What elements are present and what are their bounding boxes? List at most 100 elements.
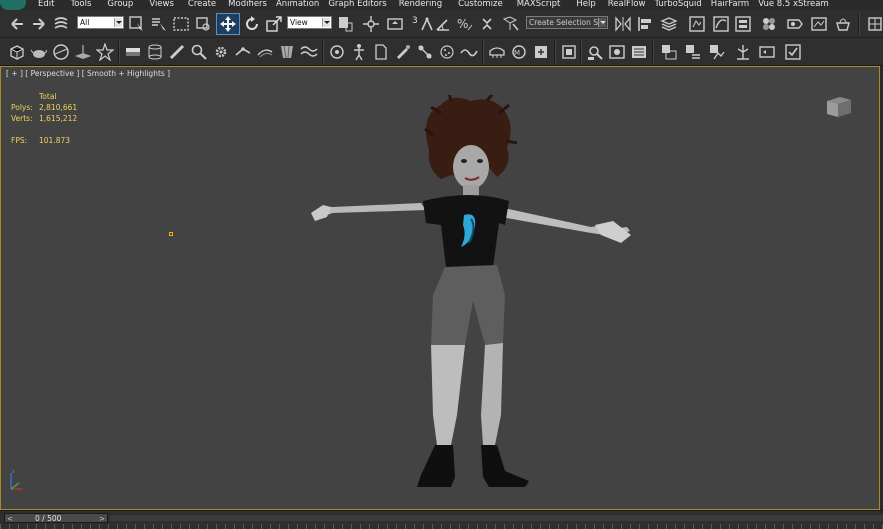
magnify-icon[interactable]: [190, 43, 208, 61]
menu-views[interactable]: Views: [149, 0, 174, 10]
menu-graph-editors[interactable]: Graph Editors: [328, 0, 386, 10]
hairfarm-settings-icon[interactable]: [630, 43, 648, 61]
viewcube-icon[interactable]: [823, 93, 853, 123]
link-icon[interactable]: [52, 15, 70, 33]
edit-named-selection-icon[interactable]: [502, 15, 520, 33]
rotate-icon[interactable]: [243, 15, 261, 33]
figure-icon[interactable]: [350, 43, 368, 61]
cylinder-icon[interactable]: [146, 43, 164, 61]
keyboard-shortcut-icon[interactable]: [386, 15, 404, 33]
menu-create[interactable]: Create: [188, 0, 216, 10]
realflow-mesh-icon[interactable]: M: [510, 43, 528, 61]
perspective-viewport[interactable]: [ + ] [ Perspective ] [ Smooth + Highlig…: [0, 66, 880, 510]
spinner-snap-icon[interactable]: [478, 15, 496, 33]
plugin-toolbar: M: [0, 38, 883, 66]
material-editor-icon[interactable]: [760, 15, 778, 33]
viewport-label-menu[interactable]: [ + ] [ Perspective ] [ Smooth + Highlig…: [6, 69, 170, 78]
star-shape-icon[interactable]: [96, 43, 114, 61]
vue-atmosphere-icon[interactable]: [684, 43, 702, 61]
menu-tools[interactable]: Tools: [70, 0, 91, 10]
character-model[interactable]: [301, 92, 641, 499]
stats-header: Total: [39, 92, 57, 101]
timeline-track[interactable]: [110, 515, 883, 521]
plane-icon[interactable]: [74, 43, 92, 61]
move-icon[interactable]: [219, 15, 237, 33]
bone-icon[interactable]: [234, 43, 252, 61]
vue-terrain-icon[interactable]: [708, 43, 726, 61]
hair-tool-icon[interactable]: [256, 43, 274, 61]
svg-text:M: M: [514, 49, 520, 57]
tube-icon[interactable]: [168, 43, 186, 61]
rendered-frame-window-icon[interactable]: [810, 15, 828, 33]
extra-tool-icon[interactable]: [866, 15, 883, 33]
select-manipulate-icon[interactable]: [362, 15, 380, 33]
dynamics-icon[interactable]: [416, 43, 434, 61]
gear-icon[interactable]: [212, 43, 230, 61]
angle-snap-icon[interactable]: [434, 15, 452, 33]
render-production-icon[interactable]: [834, 15, 852, 33]
curve-editor-icon[interactable]: [712, 15, 730, 33]
paint-icon[interactable]: [394, 43, 412, 61]
menu-turbosquid[interactable]: TurboSquid: [654, 0, 701, 10]
percent-snap-icon[interactable]: %: [456, 15, 474, 33]
selection-filter-dropdown[interactable]: All: [77, 16, 124, 29]
layer-manager-icon[interactable]: [660, 15, 678, 33]
pivot-center-icon[interactable]: [336, 15, 354, 33]
teapot-icon[interactable]: [30, 43, 48, 61]
vue-scene-icon[interactable]: [660, 43, 678, 61]
menu-vue-xstream[interactable]: Vue 8.5 xStream: [758, 0, 829, 10]
wave-icon[interactable]: [300, 43, 318, 61]
menu-animation[interactable]: Animation: [276, 0, 319, 10]
select-by-name-icon[interactable]: [150, 15, 168, 33]
named-selection-sets-dropdown[interactable]: Create Selection Se: [526, 16, 608, 29]
render-setup-icon[interactable]: [786, 15, 804, 33]
app-logo-button[interactable]: [0, 0, 26, 10]
graphite-tools-icon[interactable]: [688, 15, 706, 33]
menu-hairfarm[interactable]: HairFarm: [711, 0, 749, 10]
menu-edit[interactable]: Edit: [38, 0, 54, 10]
rect-selection-icon[interactable]: [172, 15, 190, 33]
sphere-icon[interactable]: [52, 43, 70, 61]
vue-ecosystem-icon[interactable]: [734, 43, 752, 61]
page-icon[interactable]: [372, 43, 390, 61]
menu-realflow[interactable]: RealFlow: [608, 0, 646, 10]
spline-icon[interactable]: [460, 43, 478, 61]
menu-customize[interactable]: Customize: [458, 0, 503, 10]
redo-icon[interactable]: [30, 15, 48, 33]
mirror-icon[interactable]: [614, 15, 632, 33]
vue-render-icon[interactable]: [758, 43, 776, 61]
next-frame-arrow[interactable]: >: [99, 515, 105, 523]
selection-point-marker[interactable]: [169, 232, 173, 236]
reference-coordinate-dropdown[interactable]: View: [287, 16, 332, 29]
grid-object-icon[interactable]: [124, 43, 142, 61]
hairfarm-search-icon[interactable]: [586, 43, 604, 61]
hairfarm-render-icon[interactable]: [608, 43, 626, 61]
window-crossing-icon[interactable]: [194, 15, 212, 33]
box-primitive-icon[interactable]: [8, 43, 26, 61]
verts-value: 1,615,212: [39, 114, 78, 123]
menu-maxscript[interactable]: MAXScript: [517, 0, 561, 10]
turbosquid-icon[interactable]: [560, 43, 578, 61]
realflow-export-icon[interactable]: [532, 43, 550, 61]
realflow-icon[interactable]: [488, 43, 506, 61]
fps-label: FPS:: [11, 136, 28, 145]
select-object-icon[interactable]: [128, 15, 146, 33]
biped-icon[interactable]: [328, 43, 346, 61]
time-slider[interactable]: < 0 / 500 >: [4, 513, 108, 523]
schematic-view-icon[interactable]: [734, 15, 752, 33]
snap-toggle-value[interactable]: 3: [412, 16, 418, 26]
menu-rendering[interactable]: Rendering: [399, 0, 442, 10]
align-icon[interactable]: [636, 15, 654, 33]
menu-help[interactable]: Help: [576, 0, 595, 10]
scale-icon[interactable]: [265, 15, 283, 33]
menu-group[interactable]: Group: [107, 0, 133, 10]
toolbar-separator: [322, 41, 324, 63]
undo-icon[interactable]: [8, 15, 26, 33]
vue-sync-icon[interactable]: [784, 43, 802, 61]
timeline-ruler[interactable]: [0, 524, 883, 529]
menu-modifiers[interactable]: Modifiers: [228, 0, 267, 10]
previous-frame-arrow[interactable]: <: [7, 515, 13, 523]
svg-text:%: %: [457, 17, 468, 31]
cloth-icon[interactable]: [278, 43, 296, 61]
particle-icon[interactable]: [438, 43, 456, 61]
